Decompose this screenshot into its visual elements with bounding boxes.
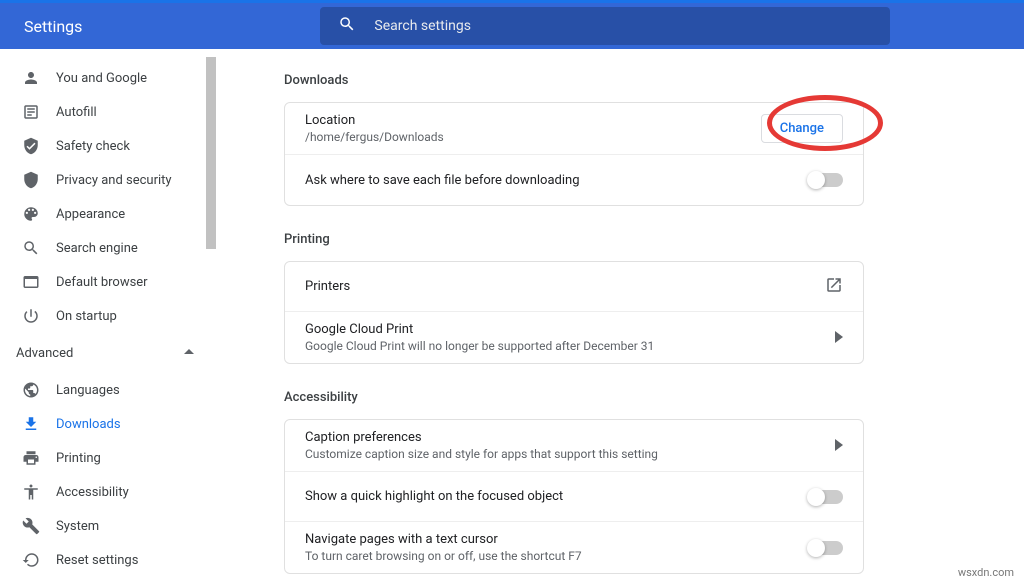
external-link-icon <box>825 276 843 298</box>
sidebar-item-label: Appearance <box>56 207 125 222</box>
autofill-icon <box>22 103 56 121</box>
header: Settings <box>0 3 1024 49</box>
download-icon <box>22 415 56 433</box>
highlight-toggle[interactable] <box>809 490 843 504</box>
sidebar-item-label: Languages <box>56 383 120 398</box>
shield-check-icon <box>22 137 56 155</box>
sidebar-item-you-google[interactable]: You and Google <box>0 61 216 95</box>
caret-row: Navigate pages with a text cursor To tur… <box>285 522 863 573</box>
sidebar: You and Google Autofill Safety check Pri… <box>0 49 216 583</box>
sidebar-item-appearance[interactable]: Appearance <box>0 197 216 231</box>
sidebar-item-privacy[interactable]: Privacy and security <box>0 163 216 197</box>
sidebar-item-label: Accessibility <box>56 485 129 500</box>
caret-label: Navigate pages with a text cursor <box>305 532 582 547</box>
sidebar-section-label: Advanced <box>16 346 73 361</box>
section-title-downloads: Downloads <box>284 73 1024 88</box>
wrench-icon <box>22 517 56 535</box>
sidebar-item-label: Search engine <box>56 241 138 256</box>
caret-toggle[interactable] <box>809 541 843 555</box>
ask-save-toggle[interactable] <box>809 173 843 187</box>
search-icon <box>338 15 374 37</box>
watermark: wsxdn.com <box>958 566 1014 579</box>
section-title-accessibility: Accessibility <box>284 390 1024 405</box>
sidebar-item-reset[interactable]: Reset settings <box>0 543 216 577</box>
search-icon <box>22 239 56 257</box>
accessibility-icon <box>22 483 56 501</box>
caption-sub: Customize caption size and style for app… <box>305 447 658 461</box>
location-row: Location /home/fergus/Downloads Change <box>285 103 863 155</box>
search-input[interactable] <box>374 18 872 34</box>
section-title-printing: Printing <box>284 232 1024 247</box>
print-icon <box>22 449 56 467</box>
search-box[interactable] <box>320 7 890 45</box>
ask-save-label: Ask where to save each file before downl… <box>305 173 580 188</box>
highlight-label: Show a quick highlight on the focused ob… <box>305 489 563 504</box>
sidebar-item-label: Downloads <box>56 417 121 432</box>
sidebar-item-default-browser[interactable]: Default browser <box>0 265 216 299</box>
highlight-row: Show a quick highlight on the focused ob… <box>285 472 863 522</box>
sidebar-item-languages[interactable]: Languages <box>0 373 216 407</box>
shield-icon <box>22 171 56 189</box>
sidebar-section-advanced[interactable]: Advanced <box>0 333 216 373</box>
printers-label: Printers <box>305 279 350 294</box>
sidebar-item-system[interactable]: System <box>0 509 216 543</box>
page-title: Settings <box>24 17 82 36</box>
sidebar-item-safety[interactable]: Safety check <box>0 129 216 163</box>
power-icon <box>22 307 56 325</box>
gcp-label: Google Cloud Print <box>305 322 654 337</box>
caret-sub: To turn caret browsing on or off, use th… <box>305 549 582 563</box>
sidebar-item-label: Printing <box>56 451 101 466</box>
ask-save-row: Ask where to save each file before downl… <box>285 155 863 205</box>
chevron-right-icon <box>835 328 843 347</box>
gcp-sub: Google Cloud Print will no longer be sup… <box>305 339 654 353</box>
sidebar-item-label: Autofill <box>56 105 97 120</box>
chevron-up-icon <box>184 346 194 361</box>
sidebar-item-autofill[interactable]: Autofill <box>0 95 216 129</box>
change-button[interactable]: Change <box>761 114 843 143</box>
downloads-card: Location /home/fergus/Downloads Change A… <box>284 102 864 206</box>
palette-icon <box>22 205 56 223</box>
scrollbar-thumb[interactable] <box>206 57 216 249</box>
location-label: Location <box>305 113 444 128</box>
gcp-row[interactable]: Google Cloud Print Google Cloud Print wi… <box>285 312 863 363</box>
browser-icon <box>22 273 56 291</box>
person-icon <box>22 69 56 87</box>
sidebar-item-label: You and Google <box>56 71 147 86</box>
location-value: /home/fergus/Downloads <box>305 130 444 144</box>
sidebar-item-label: Safety check <box>56 139 130 154</box>
sidebar-item-label: Default browser <box>56 275 148 290</box>
globe-icon <box>22 381 56 399</box>
sidebar-item-printing[interactable]: Printing <box>0 441 216 475</box>
sidebar-item-accessibility[interactable]: Accessibility <box>0 475 216 509</box>
sidebar-item-label: On startup <box>56 309 117 324</box>
chevron-right-icon <box>835 436 843 455</box>
sidebar-item-startup[interactable]: On startup <box>0 299 216 333</box>
caption-label: Caption preferences <box>305 430 658 445</box>
printing-card: Printers Google Cloud Print Google Cloud… <box>284 261 864 364</box>
accessibility-card: Caption preferences Customize caption si… <box>284 419 864 574</box>
restore-icon <box>22 551 56 569</box>
sidebar-item-downloads[interactable]: Downloads <box>0 407 216 441</box>
sidebar-item-label: Privacy and security <box>56 173 172 188</box>
printers-row[interactable]: Printers <box>285 262 863 312</box>
caption-row[interactable]: Caption preferences Customize caption si… <box>285 420 863 472</box>
sidebar-item-label: System <box>56 519 99 534</box>
main-content: Downloads Location /home/fergus/Download… <box>216 49 1024 583</box>
sidebar-item-label: Reset settings <box>56 553 138 568</box>
sidebar-item-search-engine[interactable]: Search engine <box>0 231 216 265</box>
